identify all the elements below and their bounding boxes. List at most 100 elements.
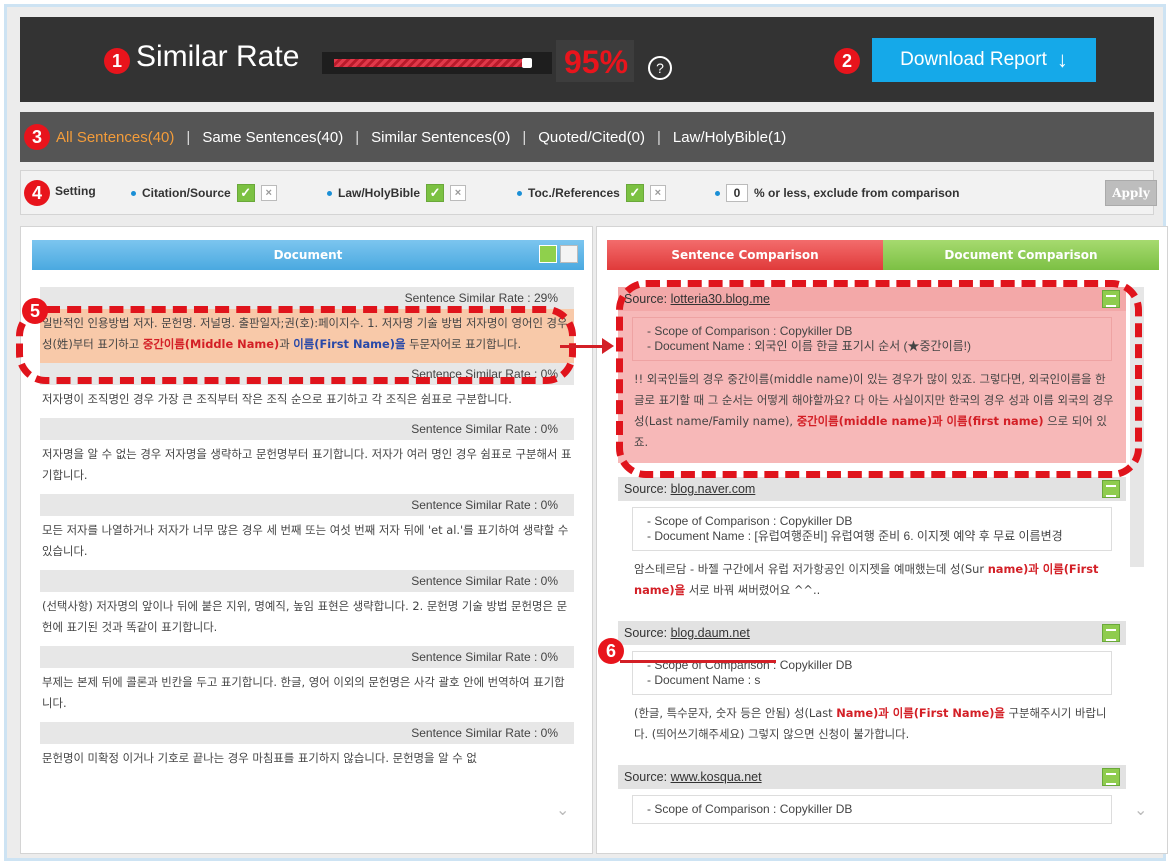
setting-citation-source: Citation/Source ✓ ×	[131, 184, 277, 202]
source-meta: - Scope of Comparison : Copykiller DB	[632, 795, 1112, 824]
tab-same-sentences[interactable]: Same Sentences(40)	[202, 129, 343, 146]
text-view-icon[interactable]	[560, 245, 578, 263]
source-match-text: Name)과 이름(First Name)을	[836, 706, 1005, 720]
setting-citation-label: Citation/Source	[142, 186, 231, 200]
sentence-filter-tabs: All Sentences(40) | Same Sentences(40) |…	[20, 112, 1154, 162]
sentence-item[interactable]: 모든 저자를 나열하거나 저자가 너무 많은 경우 세 번째 또는 여섯 번째 …	[40, 516, 574, 570]
apply-button[interactable]: Apply	[1105, 180, 1157, 206]
sentence-similar-rate: Sentence Similar Rate : 29%	[40, 287, 574, 309]
marker-6: 6	[598, 638, 624, 664]
document-sentence-list: Sentence Similar Rate : 29% 일반적인 인용방법 저자…	[40, 287, 574, 835]
document-panel-header: Document	[32, 240, 584, 270]
download-report-button[interactable]: Download Report ↓	[872, 38, 1096, 82]
bullet-icon	[327, 190, 332, 196]
source-link[interactable]: blog.naver.com	[671, 482, 756, 496]
source-match-text: 중간이름(middle name)과 이름(first name)	[796, 414, 1044, 428]
tab-document-comparison[interactable]: Document Comparison	[883, 240, 1159, 270]
tab-separator: |	[522, 128, 527, 146]
help-icon[interactable]: ?	[648, 56, 672, 80]
source-label: Source:	[624, 770, 671, 784]
source-link[interactable]: blog.daum.net	[671, 626, 750, 640]
sentence-match-text: 이름(First Name)을	[293, 337, 406, 351]
document-panel-title: Document	[273, 248, 343, 262]
threshold-label: % or less, exclude from comparison	[754, 186, 960, 200]
match-arrow	[560, 345, 606, 348]
document-view-icon[interactable]	[1102, 480, 1120, 498]
source-gap	[618, 755, 1126, 765]
sentence-item[interactable]: 일반적인 인용방법 저자. 문헌명. 저널명. 출판일자;권(호):페이지수. …	[40, 309, 574, 363]
bullet-icon	[715, 190, 720, 196]
source-meta: - Scope of Comparison : Copykiller DB - …	[632, 651, 1112, 695]
checkbox-checked-icon[interactable]: ✓	[625, 184, 644, 202]
source-text: 암스테르담 - 바젤 구간에서 유럽 저가항공인 이지젯을 예매했는데 성(Su…	[618, 557, 1126, 611]
setting-law-holybible: Law/HolyBible ✓ ×	[327, 184, 467, 202]
tab-quoted-cited[interactable]: Quoted/Cited(0)	[538, 129, 645, 146]
uncheck-x-icon[interactable]: ×	[450, 185, 467, 201]
tab-sentence-comparison[interactable]: Sentence Comparison	[607, 240, 883, 270]
tab-separator: |	[355, 128, 360, 146]
source-underline	[620, 660, 776, 663]
scope-of-comparison: - Scope of Comparison : Copykiller DB	[647, 802, 853, 816]
source-item: Source: www.kosqua.net - Scope of Compar…	[618, 765, 1126, 824]
chevron-down-icon[interactable]: ⌄	[556, 800, 569, 819]
sentence-item[interactable]: 저자명이 조직명인 경우 가장 큰 조직부터 작은 조직 순으로 표기하고 각 …	[40, 385, 574, 418]
tab-law-holybible[interactable]: Law/HolyBible(1)	[673, 129, 786, 146]
source-list-scrollbar[interactable]	[1130, 287, 1144, 567]
source-header: Source: blog.daum.net	[618, 621, 1126, 645]
sentence-similar-rate: Sentence Similar Rate : 0%	[40, 418, 574, 440]
bullet-icon	[131, 190, 136, 196]
marker-4: 4	[24, 180, 50, 206]
settings-label: Setting	[55, 184, 96, 198]
sentence-similar-rate: Sentence Similar Rate : 0%	[40, 494, 574, 516]
source-link[interactable]: lotteria30.blog.me	[671, 292, 770, 306]
similar-rate-progress	[322, 52, 552, 74]
source-gap	[618, 463, 1126, 477]
uncheck-x-icon[interactable]: ×	[260, 185, 277, 201]
tab-separator: |	[186, 128, 191, 146]
sentence-similar-rate: Sentence Similar Rate : 0%	[40, 363, 574, 385]
source-link[interactable]: www.kosqua.net	[671, 770, 762, 784]
arrow-down-icon: ↓	[1056, 47, 1068, 72]
marker-1: 1	[104, 48, 130, 74]
scope-of-comparison: - Scope of Comparison : Copykiller DB	[647, 514, 853, 528]
document-view-icon[interactable]	[1102, 290, 1120, 308]
list-view-icon[interactable]	[539, 245, 557, 263]
checkbox-checked-icon[interactable]: ✓	[236, 184, 255, 202]
source-list: Source: lotteria30.blog.me - Scope of Co…	[618, 287, 1126, 835]
threshold-input[interactable]: 0	[726, 184, 748, 202]
sentence-item[interactable]: 저자명을 알 수 없는 경우 저자명을 생략하고 문헌명부터 표기합니다. 저자…	[40, 440, 574, 494]
download-report-label: Download Report	[900, 49, 1047, 70]
sentence-item[interactable]: 문헌명이 미확정 이거나 기호로 끝나는 경우 마침표를 표기하지 않습니다. …	[40, 744, 574, 777]
source-header: Source: lotteria30.blog.me	[618, 287, 1126, 311]
arrow-right-icon	[602, 338, 614, 354]
source-label: Source:	[624, 292, 671, 306]
tab-separator: |	[657, 128, 661, 146]
sentence-item[interactable]: 부제는 본제 뒤에 콜론과 빈칸을 두고 표기합니다. 한글, 영어 이외의 문…	[40, 668, 574, 722]
sentence-item[interactable]: (선택사항) 저자명의 앞이나 뒤에 붙은 지위, 명예직, 높임 표현은 생략…	[40, 592, 574, 646]
document-name: - Document Name : s	[647, 673, 761, 687]
document-view-icon[interactable]	[1102, 768, 1120, 786]
source-text: !! 외국인들의 경우 중간이름(middle name)이 있는 경우가 많이…	[618, 367, 1126, 463]
marker-5: 5	[22, 298, 48, 324]
comparison-tabs: Sentence Comparison Document Comparison	[607, 240, 1159, 270]
scope-of-comparison: - Scope of Comparison : Copykiller DB	[647, 324, 853, 338]
source-text-part: 암스테르담 - 바젤 구간에서 유럽 저가항공인 이지젯을 예매했는데 성(Su…	[634, 562, 988, 576]
document-name: - Document Name : 외국인 이름 한글 표기시 순서 (★중간이…	[647, 339, 972, 353]
tab-all-sentences[interactable]: All Sentences(40)	[56, 129, 174, 146]
source-item: Source: blog.daum.net - Scope of Compari…	[618, 621, 1126, 755]
document-view-icon[interactable]	[1102, 624, 1120, 642]
sentence-similar-rate: Sentence Similar Rate : 0%	[40, 646, 574, 668]
marker-2: 2	[834, 48, 860, 74]
chevron-down-icon[interactable]: ⌄	[1134, 800, 1147, 819]
similar-rate-handle	[522, 58, 532, 68]
uncheck-x-icon[interactable]: ×	[649, 185, 666, 201]
similar-rate-fill	[334, 59, 530, 67]
setting-law-label: Law/HolyBible	[338, 186, 421, 200]
source-gap	[618, 611, 1126, 621]
tab-similar-sentences[interactable]: Similar Sentences(0)	[371, 129, 510, 146]
similar-rate-value: 95%	[564, 44, 629, 80]
bullet-icon	[517, 190, 522, 196]
source-header: Source: blog.naver.com	[618, 477, 1126, 501]
checkbox-checked-icon[interactable]: ✓	[426, 184, 445, 202]
sentence-text: 과	[279, 337, 294, 351]
